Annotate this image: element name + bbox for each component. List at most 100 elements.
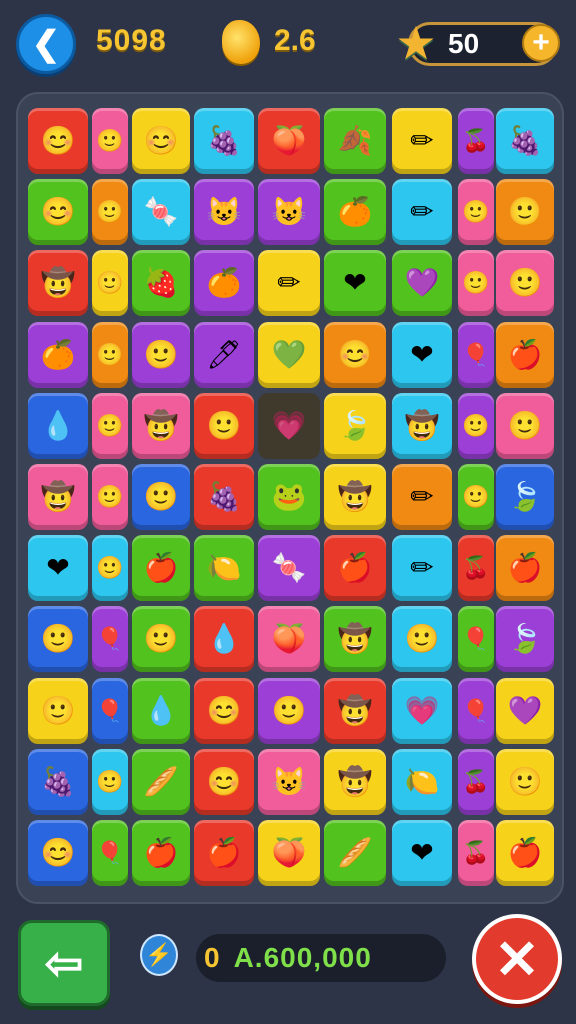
- tile-r3-c3[interactable]: 🍓: [132, 250, 190, 316]
- tile-r5-c1[interactable]: 💧: [28, 393, 88, 459]
- tile-r1-c4[interactable]: 🍇: [194, 108, 254, 174]
- tile-r2-c7[interactable]: ✏: [392, 179, 452, 245]
- tile-r11-c4[interactable]: 🍎: [194, 820, 254, 886]
- tile-r10-c1[interactable]: 🍇: [28, 749, 88, 815]
- tile-r7-c5[interactable]: 🍬: [258, 535, 320, 601]
- tile-r9-c2[interactable]: 🎈: [92, 678, 128, 744]
- tile-r8-c4[interactable]: 💧: [194, 606, 254, 672]
- tile-r11-c8[interactable]: 🍒: [458, 820, 494, 886]
- tile-r8-c1[interactable]: 🙂: [28, 606, 88, 672]
- tile-r6-c8[interactable]: 🙂: [458, 464, 494, 530]
- tile-r10-c4[interactable]: 😊: [194, 749, 254, 815]
- tile-r10-c2[interactable]: 🙂: [92, 749, 128, 815]
- tile-r7-c1[interactable]: ❤: [28, 535, 88, 601]
- tile-r3-c9[interactable]: 🙂: [496, 250, 554, 316]
- tile-r8-c8[interactable]: 🎈: [458, 606, 494, 672]
- tile-r1-c5[interactable]: 🍑: [258, 108, 320, 174]
- tile-r4-c2[interactable]: 🙂: [92, 322, 128, 388]
- tile-r4-c7[interactable]: ❤: [392, 322, 452, 388]
- tile-r7-c3[interactable]: 🍎: [132, 535, 190, 601]
- tile-r6-c6[interactable]: 🤠: [324, 464, 386, 530]
- tile-r11-c2[interactable]: 🎈: [92, 820, 128, 886]
- tile-r11-c7[interactable]: ❤: [392, 820, 452, 886]
- tile-r7-c9[interactable]: 🍎: [496, 535, 554, 601]
- tile-r1-c6[interactable]: 🍂: [324, 108, 386, 174]
- tile-r11-c3[interactable]: 🍎: [132, 820, 190, 886]
- tile-r1-c7[interactable]: ✏: [392, 108, 452, 174]
- tile-r3-c8[interactable]: 🙂: [458, 250, 494, 316]
- tile-r8-c9[interactable]: 🍃: [496, 606, 554, 672]
- tile-r6-c7[interactable]: ✏: [392, 464, 452, 530]
- tile-r3-c6[interactable]: ❤: [324, 250, 386, 316]
- tile-r9-c8[interactable]: 🎈: [458, 678, 494, 744]
- tile-r2-c1[interactable]: 😊: [28, 179, 88, 245]
- tile-r7-c2[interactable]: 🙂: [92, 535, 128, 601]
- tile-r5-c5[interactable]: 💗: [258, 393, 320, 459]
- tile-r4-c5[interactable]: 💚: [258, 322, 320, 388]
- back-button[interactable]: ❮: [16, 14, 76, 74]
- tile-r10-c7[interactable]: 🍋: [392, 749, 452, 815]
- tile-r5-c9[interactable]: 🙂: [496, 393, 554, 459]
- tile-r9-c5[interactable]: 🙂: [258, 678, 320, 744]
- tile-r10-c3[interactable]: 🥖: [132, 749, 190, 815]
- tile-r1-c1[interactable]: 😊: [28, 108, 88, 174]
- tile-r3-c7[interactable]: 💜: [392, 250, 452, 316]
- tile-r6-c2[interactable]: 🙂: [92, 464, 128, 530]
- tile-r3-c4[interactable]: 🍊: [194, 250, 254, 316]
- tile-r6-c5[interactable]: 🐸: [258, 464, 320, 530]
- tile-r1-c8[interactable]: 🍒: [458, 108, 494, 174]
- tile-r5-c7[interactable]: 🤠: [392, 393, 452, 459]
- tile-r8-c3[interactable]: 🙂: [132, 606, 190, 672]
- tile-r10-c6[interactable]: 🤠: [324, 749, 386, 815]
- tile-r4-c6[interactable]: 😊: [324, 322, 386, 388]
- tile-r2-c5[interactable]: 😺: [258, 179, 320, 245]
- tile-r2-c3[interactable]: 🍬: [132, 179, 190, 245]
- tile-r4-c1[interactable]: 🍊: [28, 322, 88, 388]
- tile-r9-c9[interactable]: 💜: [496, 678, 554, 744]
- tile-r1-c3[interactable]: 😊: [132, 108, 190, 174]
- tile-r2-c6[interactable]: 🍊: [324, 179, 386, 245]
- tile-r5-c6[interactable]: 🍃: [324, 393, 386, 459]
- tile-r10-c8[interactable]: 🍒: [458, 749, 494, 815]
- tile-r1-c2[interactable]: 🙂: [92, 108, 128, 174]
- tile-r8-c2[interactable]: 🎈: [92, 606, 128, 672]
- tile-r8-c6[interactable]: 🤠: [324, 606, 386, 672]
- tile-r9-c6[interactable]: 🤠: [324, 678, 386, 744]
- tile-r3-c2[interactable]: 🙂: [92, 250, 128, 316]
- tile-r4-c9[interactable]: 🍎: [496, 322, 554, 388]
- tile-r7-c7[interactable]: ✏: [392, 535, 452, 601]
- tile-r6-c9[interactable]: 🍃: [496, 464, 554, 530]
- tile-r8-c5[interactable]: 🍑: [258, 606, 320, 672]
- tile-r4-c3[interactable]: 🙂: [132, 322, 190, 388]
- tile-r2-c8[interactable]: 🙂: [458, 179, 494, 245]
- tile-r4-c4[interactable]: 🖊: [194, 322, 254, 388]
- tile-r8-c7[interactable]: 🙂: [392, 606, 452, 672]
- close-button[interactable]: ✕: [472, 914, 562, 1004]
- tile-r6-c4[interactable]: 🍇: [194, 464, 254, 530]
- tile-r3-c1[interactable]: 🤠: [28, 250, 88, 316]
- tile-r3-c5[interactable]: ✏: [258, 250, 320, 316]
- tile-r9-c7[interactable]: 💗: [392, 678, 452, 744]
- tile-r2-c2[interactable]: 🙂: [92, 179, 128, 245]
- tile-r4-c8[interactable]: 🎈: [458, 322, 494, 388]
- tile-r7-c8[interactable]: 🍒: [458, 535, 494, 601]
- tile-r6-c3[interactable]: 🙂: [132, 464, 190, 530]
- tile-r5-c2[interactable]: 🙂: [92, 393, 128, 459]
- tile-r2-c4[interactable]: 😺: [194, 179, 254, 245]
- tile-r10-c9[interactable]: 🙂: [496, 749, 554, 815]
- tile-r1-c9[interactable]: 🍇: [496, 108, 554, 174]
- tile-r2-c9[interactable]: 🙂: [496, 179, 554, 245]
- tile-r5-c4[interactable]: 🙂: [194, 393, 254, 459]
- tile-r11-c5[interactable]: 🍑: [258, 820, 320, 886]
- tile-r6-c1[interactable]: 🤠: [28, 464, 88, 530]
- tile-r7-c6[interactable]: 🍎: [324, 535, 386, 601]
- tile-r7-c4[interactable]: 🍋: [194, 535, 254, 601]
- add-lives-button[interactable]: +: [522, 24, 560, 62]
- tile-r11-c6[interactable]: 🥖: [324, 820, 386, 886]
- tile-r11-c1[interactable]: 😊: [28, 820, 88, 886]
- tile-r10-c5[interactable]: 😺: [258, 749, 320, 815]
- tile-r5-c3[interactable]: 🤠: [132, 393, 190, 459]
- tile-r9-c3[interactable]: 💧: [132, 678, 190, 744]
- tile-r5-c8[interactable]: 🙂: [458, 393, 494, 459]
- undo-button[interactable]: ⇦: [18, 920, 110, 1006]
